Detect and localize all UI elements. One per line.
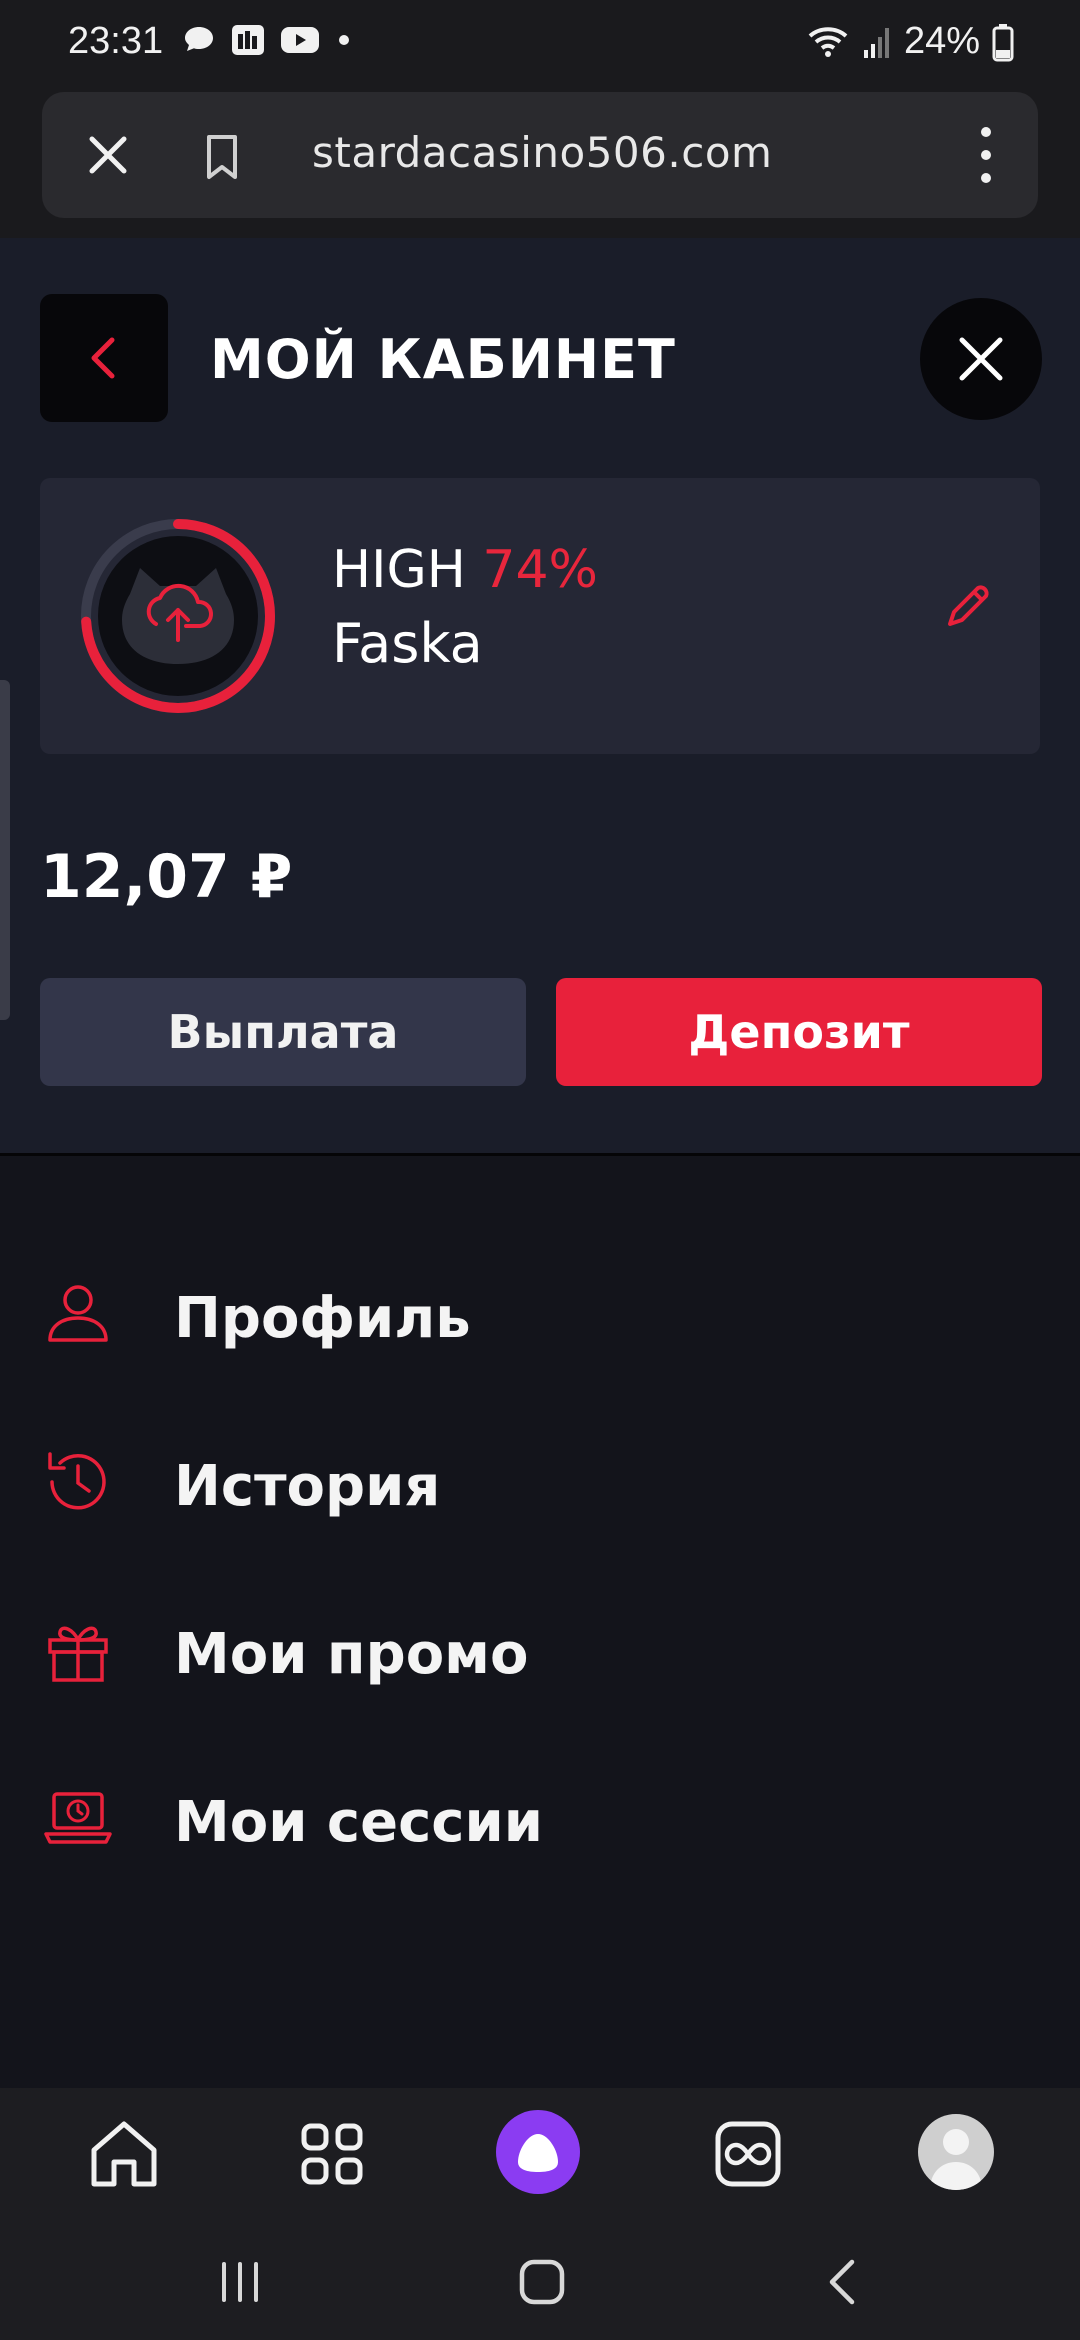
vip-level: HIGH 74% xyxy=(332,540,598,600)
youtube-icon xyxy=(281,27,319,53)
menu-label: Профиль xyxy=(174,1286,471,1351)
infinity-icon[interactable] xyxy=(706,2112,790,2196)
chevron-left-icon xyxy=(91,337,115,379)
level-progress-ring xyxy=(81,519,275,713)
edit-pencil-icon[interactable] xyxy=(940,578,996,634)
back-button[interactable] xyxy=(40,294,168,422)
menu-label: История xyxy=(174,1454,441,1519)
menu-label: Мои сессии xyxy=(174,1790,543,1855)
system-status: 24% xyxy=(806,20,1014,63)
user-card: HIGH 74% Faska xyxy=(40,478,1040,754)
section-divider xyxy=(0,1153,1080,1156)
wifi-icon xyxy=(808,26,848,57)
close-icon[interactable] xyxy=(78,125,138,185)
scroll-indicator xyxy=(0,680,10,1020)
balance-amount: 12,07 ₽ xyxy=(40,842,293,912)
menu-item-profile[interactable]: Профиль xyxy=(0,1236,1080,1396)
menu-label: Мои промо xyxy=(174,1622,529,1687)
dot-icon xyxy=(339,35,349,45)
username: Faska xyxy=(332,612,483,675)
menu-item-sessions[interactable]: Мои сессии xyxy=(0,1740,1080,1900)
history-icon xyxy=(48,1452,106,1510)
close-icon xyxy=(959,337,1003,381)
profile-avatar[interactable] xyxy=(918,2114,994,2190)
battery-percent: 24% xyxy=(903,20,980,62)
withdraw-button[interactable]: Выплата xyxy=(40,978,526,1086)
close-button[interactable] xyxy=(920,298,1042,420)
browser-bottom-nav xyxy=(0,2088,1080,2214)
deposit-button[interactable]: Депозит xyxy=(556,978,1042,1086)
bookmark-icon[interactable] xyxy=(192,127,252,187)
alice-assistant-icon[interactable] xyxy=(496,2110,580,2194)
notification-icons xyxy=(182,22,354,58)
menu-item-history[interactable]: История xyxy=(0,1404,1080,1564)
url-text[interactable]: stardacasino506.com xyxy=(312,128,772,177)
person-silhouette-icon xyxy=(930,2129,982,2190)
level-percent: 74% xyxy=(482,540,598,600)
back-icon[interactable] xyxy=(814,2252,874,2312)
news-icon xyxy=(232,25,264,55)
home-icon[interactable] xyxy=(82,2112,166,2196)
avatar[interactable] xyxy=(78,516,278,716)
alice-glyph xyxy=(518,2134,558,2172)
status-bar: 23:31 24% xyxy=(0,0,1080,88)
more-vertical-icon[interactable] xyxy=(974,122,998,188)
signal-icon xyxy=(863,27,889,58)
account-panel: МОЙ КАБИНЕТ HIGH 74% Faska 12,07 ₽ Выпла… xyxy=(0,238,1080,1153)
url-bar[interactable]: stardacasino506.com xyxy=(42,92,1038,218)
laptop-session-icon xyxy=(44,1792,112,1844)
page-title: МОЙ КАБИНЕТ xyxy=(210,328,676,391)
recent-apps-icon[interactable] xyxy=(210,2252,270,2312)
level-label: HIGH xyxy=(332,540,466,600)
menu-item-promo[interactable]: Мои промо xyxy=(0,1572,1080,1732)
status-time: 23:31 xyxy=(68,20,164,62)
browser-toolbar: stardacasino506.com xyxy=(0,88,1080,238)
home-circle-icon[interactable] xyxy=(512,2252,572,2312)
user-icon xyxy=(48,1285,108,1342)
battery-icon xyxy=(992,23,1014,61)
gift-icon xyxy=(48,1626,108,1682)
system-navigation xyxy=(0,2214,1080,2340)
chat-icon xyxy=(185,27,213,51)
apps-grid-icon[interactable] xyxy=(290,2112,374,2196)
